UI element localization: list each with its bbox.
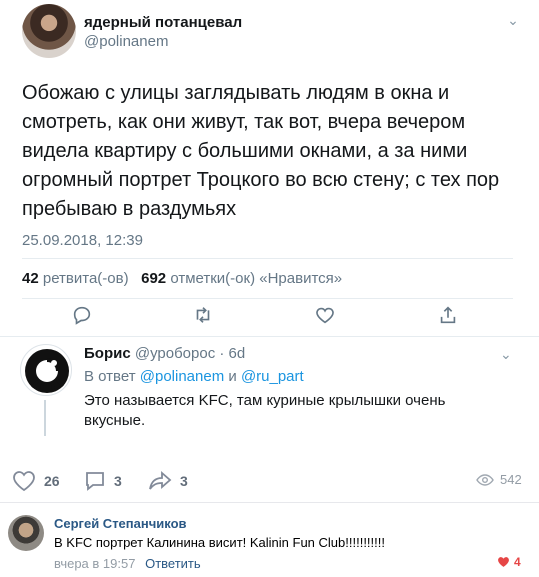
comment-author[interactable]: Сергей Степанчиков — [54, 516, 187, 531]
reply-to-line: В ответ @polinanem и @ru_part — [84, 368, 304, 385]
reply-conjunction: и — [228, 368, 237, 385]
tweet-text: Обожаю с улицы заглядывать людям в окна … — [22, 82, 500, 220]
reply-avatar[interactable] — [20, 344, 72, 396]
share-icon[interactable] — [437, 304, 459, 326]
heart-icon — [13, 471, 35, 492]
chevron-down-icon[interactable]: ⌄ — [500, 346, 512, 363]
avatar[interactable] — [22, 4, 76, 58]
divider — [22, 258, 513, 259]
tweet-timestamp[interactable]: 25.09.2018, 12:39 — [22, 232, 143, 249]
post-share-count: 3 — [180, 473, 188, 489]
ouroboros-logo — [25, 349, 69, 393]
eye-icon — [476, 473, 494, 486]
divider — [0, 336, 539, 337]
comment-time[interactable]: вчера в 19:57 — [54, 556, 135, 571]
reply-icon[interactable] — [71, 304, 93, 326]
post-comment-count: 3 — [114, 473, 122, 489]
reply-display-name[interactable]: Борис — [84, 345, 131, 362]
reply-author: Борис @уроборос · 6d — [84, 345, 245, 362]
comment-reply-link[interactable]: Ответить — [145, 556, 201, 571]
post-share-button[interactable]: 3 — [148, 470, 188, 492]
reply-text: Это называется KFC, там куриные крылышки… — [84, 392, 446, 429]
reply-prefix: В ответ — [84, 368, 136, 385]
chevron-down-icon[interactable]: ⌄ — [505, 13, 521, 27]
avatar[interactable] — [8, 515, 44, 551]
comment-like-count: 4 — [514, 555, 521, 569]
share-arrow-icon — [149, 471, 172, 490]
divider — [22, 298, 513, 299]
post-comment-button[interactable]: 3 — [84, 470, 122, 492]
retweets-count[interactable]: 42 — [22, 270, 39, 287]
comment-text: В KFC портрет Калинина висит! Kalinin Fu… — [54, 535, 385, 550]
retweet-icon[interactable] — [192, 304, 214, 326]
tweet-card: ядерный потанцевал @polinanem ⌄ Обожаю с… — [0, 0, 539, 337]
vk-post-actions: 26 3 3 — [0, 458, 539, 500]
like-icon[interactable] — [314, 304, 336, 326]
tweet-stats: 42 ретвита(-ов) 692 отметки(-ок) «Нравит… — [22, 270, 342, 287]
comment-meta: вчера в 19:57 Ответить — [54, 556, 201, 571]
comment-like-button[interactable]: 4 — [497, 555, 521, 569]
divider — [0, 502, 539, 503]
mention-link[interactable]: @polinanem — [140, 368, 224, 385]
likes-count[interactable]: 692 — [141, 270, 166, 287]
comment-icon — [86, 472, 104, 491]
retweets-label[interactable]: ретвита(-ов) — [43, 270, 129, 287]
post-like-button[interactable]: 26 — [12, 470, 60, 492]
mention-link[interactable]: @ru_part — [241, 368, 304, 385]
thread-line — [44, 400, 46, 436]
author-handle[interactable]: @polinanem — [84, 33, 168, 50]
author-display-name[interactable]: ядерный потанцевал — [84, 14, 242, 31]
post-views: 542 — [476, 472, 522, 487]
heart-icon — [498, 557, 509, 567]
post-like-count: 26 — [44, 473, 60, 489]
likes-label[interactable]: отметки(-ок) «Нравится» — [170, 270, 342, 287]
reply-handle-and-age[interactable]: @уроборос · 6d — [135, 345, 245, 362]
views-count: 542 — [500, 472, 522, 487]
